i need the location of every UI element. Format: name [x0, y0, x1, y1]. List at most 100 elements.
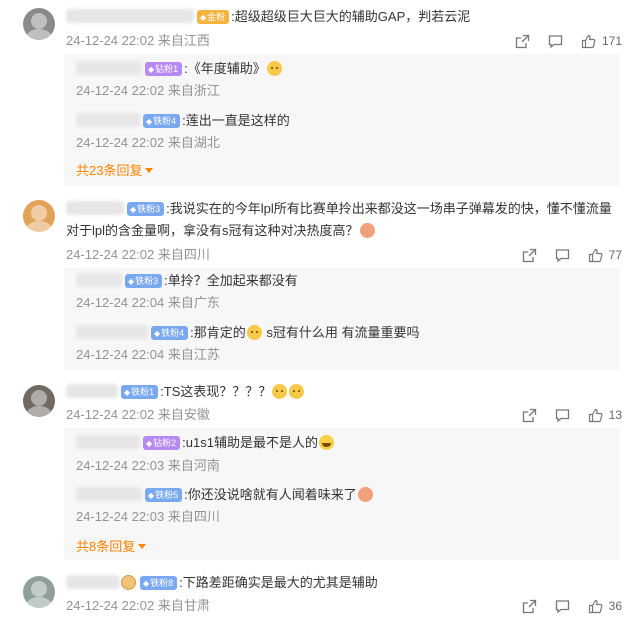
caret-down-icon — [145, 168, 154, 173]
avatar[interactable] — [23, 385, 55, 417]
more-replies-link[interactable]: 共23条回复 — [76, 162, 154, 180]
laughing-emoji-icon — [318, 435, 334, 450]
reply-meta: 24-12-24 22:02 来自湖北 — [76, 134, 220, 152]
share-button[interactable] — [515, 34, 530, 49]
fan-badge: ◆铁粉3 — [125, 274, 163, 288]
comment-text: :TS这表现？？？？ — [160, 384, 272, 399]
reply-meta: 24-12-24 22:03 来自河南 — [76, 457, 220, 475]
share-button[interactable] — [522, 248, 537, 263]
avatar[interactable] — [23, 200, 55, 232]
reply-text-line: ◆铁粉5:你还没说啥就有人闻着味来了 — [76, 484, 374, 506]
comment-time: 24-12-24 22:02 — [66, 247, 155, 262]
diamond-icon: ◆ — [124, 388, 131, 397]
avatar[interactable] — [23, 8, 55, 40]
reply-text: :单拎？全加起来都没有 — [164, 273, 298, 288]
like-count: 13 — [608, 408, 622, 422]
username-redacted[interactable] — [76, 61, 142, 75]
like-button[interactable]: 77 — [588, 248, 622, 263]
comment-location: 来自江西 — [157, 33, 210, 48]
comment-icon — [548, 34, 563, 48]
comment-location: 来自安徽 — [157, 407, 210, 422]
comment-actions: 171 — [497, 30, 622, 52]
fan-badge: ◆钻粉2 — [143, 436, 181, 450]
comment-actions: 13 — [504, 404, 622, 426]
diamond-icon: ◆ — [143, 579, 150, 588]
comment-meta: 24-12-24 22:02 来自甘肃 — [66, 597, 210, 615]
comment-text: :下路差距确实是最大的尤其是辅助 — [179, 575, 378, 590]
comment-text-line: ◆金粉:超级超级巨大巨大的辅助GAP，判若云泥 — [66, 6, 470, 28]
comment-button[interactable] — [555, 408, 570, 423]
comment-button[interactable] — [548, 34, 563, 49]
reply-text-line: ◆铁粉3:单拎？全加起来都没有 — [76, 270, 298, 292]
emoji-icon — [121, 575, 136, 590]
comment-location: 来自甘肃 — [157, 598, 210, 613]
thumbs-up-icon — [588, 408, 603, 422]
username-redacted[interactable] — [76, 435, 140, 449]
fan-badge: ◆铁粉4 — [143, 114, 181, 128]
caret-down-icon — [138, 544, 147, 549]
thumbs-up-icon — [588, 248, 603, 262]
cat-emoji-icon — [246, 325, 262, 340]
reply-text-line: ◆钻粉1:《年度辅助》 — [76, 58, 283, 80]
more-replies-link[interactable]: 共8条回复 — [76, 538, 147, 556]
reply-text: :你还没说啥就有人闻着味来了 — [184, 487, 357, 502]
username-redacted[interactable] — [66, 9, 194, 23]
reply-time: 24-12-24 22:03 — [76, 509, 165, 524]
reply-time: 24-12-24 22:04 — [76, 347, 165, 362]
reply-list: ◆钻粉2:u1s1辅助是最不是人的 24-12-24 22:03 来自河南 ◆铁… — [64, 428, 620, 560]
avatar[interactable] — [23, 576, 55, 608]
like-button[interactable]: 36 — [588, 599, 622, 614]
reply-text-line: ◆铁粉4:那肯定的 s冠有什么用 有流量重要吗 — [76, 322, 420, 344]
fan-badge: ◆钻粉1 — [145, 62, 183, 76]
username-redacted[interactable] — [76, 113, 140, 127]
comment-actions: 36 — [504, 595, 622, 617]
username-redacted[interactable] — [66, 575, 120, 589]
comment-button[interactable] — [555, 248, 570, 263]
reply-meta: 24-12-24 22:03 来自四川 — [76, 508, 220, 526]
username-redacted[interactable] — [66, 384, 118, 398]
like-button[interactable]: 13 — [588, 408, 622, 423]
fan-badge: ◆铁粉8 — [140, 576, 178, 590]
username-redacted[interactable] — [76, 487, 142, 501]
like-count: 77 — [608, 248, 622, 262]
comment-text: :超级超级巨大巨大的辅助GAP，判若云泥 — [231, 9, 471, 24]
comment-icon — [555, 408, 569, 422]
comment-text-line: ◆铁粉1:TS这表现？？？？ — [66, 381, 305, 403]
reply-location: 来自浙江 — [167, 83, 220, 98]
comment-time: 24-12-24 22:02 — [66, 407, 155, 422]
like-button[interactable]: 171 — [581, 34, 622, 49]
comment-meta: 24-12-24 22:02 来自安徽 — [66, 406, 210, 424]
comment-meta: 24-12-24 22:02 来自江西 — [66, 32, 210, 50]
reply-meta: 24-12-24 22:02 来自浙江 — [76, 82, 220, 100]
comment-icon — [555, 599, 569, 613]
reply-text: :莲出一直是这样的 — [182, 113, 290, 128]
share-icon — [515, 34, 530, 48]
comment-time: 24-12-24 22:02 — [66, 33, 155, 48]
comment-time: 24-12-24 22:02 — [66, 598, 155, 613]
reply-location: 来自湖北 — [167, 135, 220, 150]
like-count: 171 — [601, 34, 622, 48]
emoji-icon — [357, 487, 373, 502]
username-redacted[interactable] — [76, 325, 148, 339]
username-redacted[interactable] — [76, 273, 122, 287]
share-icon — [522, 408, 536, 422]
emoji-icon — [359, 223, 375, 238]
cat-emoji-icon — [272, 384, 288, 399]
diamond-icon: ◆ — [146, 439, 153, 448]
fan-badge: ◆铁粉4 — [151, 326, 189, 340]
diamond-icon: ◆ — [200, 13, 207, 22]
share-button[interactable] — [522, 599, 537, 614]
fan-badge: ◆金粉 — [197, 10, 230, 24]
fan-badge: ◆铁粉5 — [145, 488, 183, 502]
username-redacted[interactable] — [66, 201, 124, 215]
share-button[interactable] — [522, 408, 537, 423]
cat-emoji-icon — [266, 61, 282, 76]
diamond-icon: ◆ — [154, 329, 161, 338]
comment-button[interactable] — [555, 599, 570, 614]
comment-text-line: ◆铁粉8:下路差距确实是最大的尤其是辅助 — [66, 572, 378, 594]
fan-badge: ◆铁粉3 — [127, 202, 165, 216]
comment-text-line: ◆铁粉3:我说实在的今年lpl所有比赛单拎出来都没这一场串子弹幕发的快，懂不懂流… — [66, 198, 622, 242]
diamond-icon: ◆ — [148, 491, 155, 500]
diamond-icon: ◆ — [128, 277, 135, 286]
reply-location: 来自广东 — [167, 295, 220, 310]
